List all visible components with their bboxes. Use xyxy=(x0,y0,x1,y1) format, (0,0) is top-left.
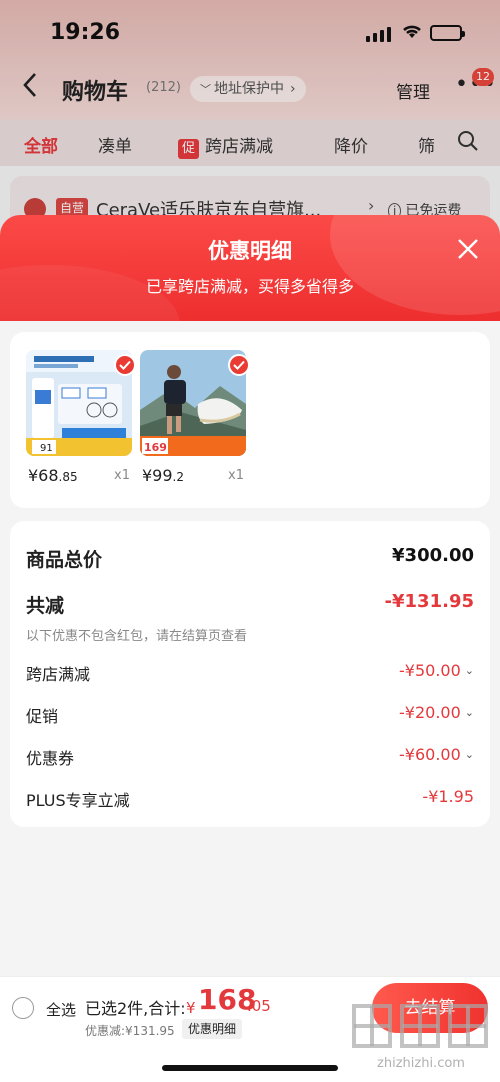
total-currency: ¥ xyxy=(186,999,196,1017)
discount-value: -¥60.00 ⌄ xyxy=(399,745,474,764)
discount-label: 优惠券 xyxy=(26,749,75,768)
product-price: ¥99.2 xyxy=(142,466,184,485)
discount-label: PLUS专享立减 xyxy=(26,791,130,810)
total-reduction-label: 共减 xyxy=(26,595,65,617)
discount-label: 促销 xyxy=(26,707,59,726)
price-decimal: .85 xyxy=(58,470,78,484)
discount-summary-card: 商品总价 ¥300.00 共减 -¥131.95 以下优惠不包含红包，请在结算页… xyxy=(10,521,490,827)
price-integer: ¥68 xyxy=(28,466,59,485)
select-all-checkbox[interactable] xyxy=(12,997,34,1019)
chevron-down-icon: ⌄ xyxy=(464,748,474,761)
product-price: ¥68.85 xyxy=(28,466,78,485)
price-integer: ¥99 xyxy=(142,466,173,485)
sheet-title: 优惠明细 xyxy=(208,239,292,263)
total-amount-decimal: .05 xyxy=(247,997,271,1015)
products-card: 91 ¥68.85 x1 169 ¥99.2 x1 xyxy=(10,332,490,508)
discount-total-text: 优惠减:¥131.95 xyxy=(85,1024,175,1038)
select-all-label[interactable]: 全选 xyxy=(46,999,76,1020)
chevron-down-icon: ⌄ xyxy=(464,706,474,719)
goods-total-value: ¥300.00 xyxy=(392,545,474,566)
product-quantity: x1 xyxy=(114,468,130,483)
price-decimal: .2 xyxy=(172,470,184,484)
discount-amount: -¥50.00 xyxy=(399,661,461,680)
total-reduction-value: -¥131.95 xyxy=(384,591,474,612)
checkmark-icon xyxy=(233,360,245,370)
product-image-price: 91 xyxy=(40,443,53,454)
sheet-subtitle: 已享跨店满减，买得多省得多 xyxy=(145,277,354,296)
product-quantity: x1 xyxy=(228,468,244,483)
watermark-text: zhizhizhi.com xyxy=(377,1056,465,1071)
goods-total-label: 商品总价 xyxy=(26,549,103,571)
discount-details-button[interactable]: 优惠明细 xyxy=(182,1019,243,1039)
discount-value: -¥1.95 xyxy=(422,787,474,806)
discount-amount: -¥60.00 xyxy=(399,745,461,764)
product-checkbox[interactable] xyxy=(228,354,250,376)
discount-value: -¥20.00 ⌄ xyxy=(399,703,474,722)
checkmark-icon xyxy=(119,360,131,370)
reduction-note: 以下优惠不包含红包，请在结算页查看 xyxy=(26,629,248,644)
site-watermark: zhizhizhi.com xyxy=(346,1000,496,1078)
discount-amount: -¥20.00 xyxy=(399,703,461,722)
home-indicator xyxy=(162,1065,338,1071)
sheet-header: 优惠明细 已享跨店满减，买得多省得多 xyxy=(0,215,500,321)
close-icon[interactable] xyxy=(456,237,480,261)
discount-label: 跨店满减 xyxy=(26,665,91,684)
discount-details-sheet: 优惠明细 已享跨店满减，买得多省得多 91 ¥68.85 x1 169 ¥99.… xyxy=(0,215,500,1082)
chevron-down-icon: ⌄ xyxy=(464,664,474,677)
selected-count-text: 已选2件,合计: xyxy=(85,999,186,1018)
discount-value: -¥50.00 ⌄ xyxy=(399,661,474,680)
watermark-logo-icon xyxy=(352,1004,488,1048)
product-checkbox[interactable] xyxy=(114,354,136,376)
product-image-price: 169 xyxy=(144,441,167,454)
